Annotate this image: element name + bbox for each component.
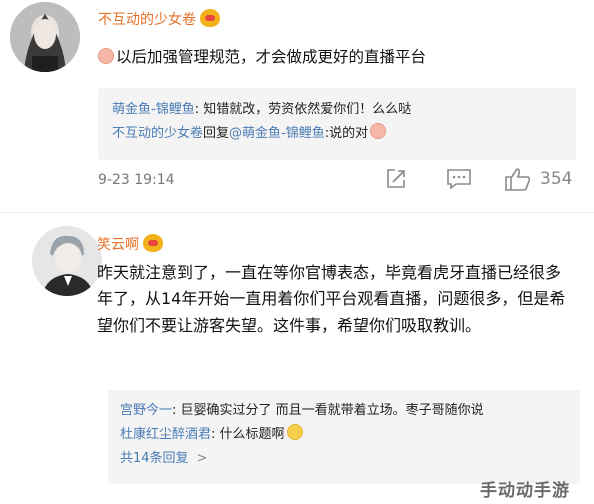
timestamp: 9-23 19:14 [98,172,175,188]
share-button[interactable] [384,167,408,191]
vip-crown-badge-icon [200,9,220,27]
reply-author[interactable]: 不互动的少女卷 [112,126,203,141]
reply-item: 萌金鱼-锦鲤鱼: 知错就改，劳资依然爱你们！么么哒 [112,98,562,122]
reply-item: 宫野今一: 巨婴确实过分了 而且一看就带着立场。枣子哥随你说 [120,399,568,423]
comment-body: 以后加强管理规范，才会做成更好的直播平台 [116,48,427,66]
comment-post: 不互动的少女卷 以后加强管理规范，才会做成更好的直播平台 萌金鱼-锦鲤鱼: 知错… [0,0,594,212]
reply-mention[interactable]: @萌金鱼-锦鲤鱼 [229,126,325,141]
like-icon [505,168,531,191]
username-text: 不互动的少女卷 [98,12,196,28]
comment-button[interactable] [446,167,472,191]
reply-author[interactable]: 宫野今一 [120,403,172,418]
avatar-photo [10,2,80,72]
reply-separator: : [194,102,204,117]
more-replies-label: 共14条回复 [120,451,189,467]
reply-separator: : [172,403,181,418]
username[interactable]: 不互动的少女卷 [98,9,220,29]
reply-author[interactable]: 杜康红尘醉酒君 [120,427,211,442]
username-text: 笑云啊 [97,237,139,253]
reply-box[interactable]: 宫野今一: 巨婴确实过分了 而且一看就带着立场。枣子哥随你说 杜康红尘醉酒君: … [108,390,580,484]
reply-content: 说的对 [329,126,369,142]
comment-post: 笑云啊 昨天就注意到了，一直在等你官博表态，毕竟看虎牙直播已经很多年了，从14年… [0,212,594,504]
chevron-right-icon: > [196,451,208,467]
avatar[interactable] [32,226,102,296]
avatar-photo [32,226,102,296]
vip-crown-badge-icon [143,234,163,252]
reply-box[interactable]: 萌金鱼-锦鲤鱼: 知错就改，劳资依然爱你们！么么哒 不互动的少女卷回复@萌金鱼-… [98,88,576,160]
reply-separator: : [211,427,220,443]
emoji-face-icon [286,424,303,441]
reply-author[interactable]: 萌金鱼-锦鲤鱼 [112,102,195,117]
reply-verb: 回复 [203,126,230,142]
watermark-text: 手动动手游 [480,481,570,501]
avatar[interactable] [10,2,80,72]
comment-body: 昨天就注意到了，一直在等你官博表态，毕竟看虎牙直播已经很多年了，从14年开始一直… [97,263,566,335]
like-button[interactable]: 354 [504,166,572,192]
reply-content: 巨婴确实过分了 而且一看就带着立场。枣子哥随你说 [180,403,484,418]
comment-icon [447,169,471,190]
comment-text: 以后加强管理规范，才会做成更好的直播平台 [98,44,426,71]
more-replies-link[interactable]: 共14条回复 > [120,447,568,471]
like-count: 354 [540,169,573,189]
share-icon [387,169,405,188]
emoji-face-icon [370,123,387,140]
emoji-face-icon [98,48,114,64]
reply-content: 知错就改，劳资依然爱你们！么么哒 [203,102,412,117]
action-bar: 354 [384,166,572,192]
reply-item: 杜康红尘醉酒君: 什么标题啊 [120,423,568,447]
username[interactable]: 笑云啊 [97,234,163,254]
reply-item: 不互动的少女卷回复@萌金鱼-锦鲤鱼:说的对 [112,122,562,146]
reply-content: 什么标题啊 [219,427,285,443]
